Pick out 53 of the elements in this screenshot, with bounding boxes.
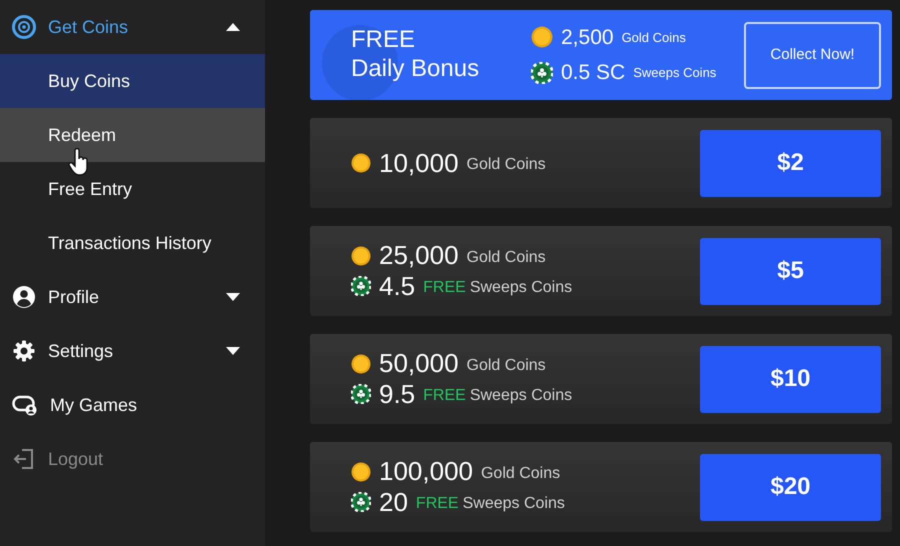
caret-icon <box>225 292 241 302</box>
settings-icon <box>12 339 36 363</box>
coins-label: Gold Coins <box>466 155 546 175</box>
nav-item[interactable]: Get Coins <box>0 0 265 54</box>
coin-icon <box>531 26 553 48</box>
free-tag: FREE <box>423 276 466 300</box>
caret-icon <box>225 346 241 356</box>
sweeps-label: Sweeps Coins <box>470 386 572 406</box>
nav-item[interactable]: My Games <box>0 378 265 432</box>
coins-label: Gold Coins <box>480 464 560 484</box>
coin-amount: 50,000 <box>379 349 459 378</box>
coins-label: Gold Coins <box>466 356 546 376</box>
coin-amount: 100,000 <box>379 457 473 486</box>
free-tag: FREE <box>416 492 459 516</box>
sweeps-chip-icon <box>531 62 553 84</box>
sweeps-chip-icon <box>351 384 371 404</box>
price-button[interactable]: $5 <box>700 238 881 304</box>
games-user-icon <box>12 393 38 417</box>
bonus-title: Daily Bonus <box>351 55 480 84</box>
user-icon <box>12 285 36 309</box>
sweeps-amount: 0.5 SC <box>561 60 626 86</box>
sweeps-amount: 9.5 <box>379 380 416 409</box>
sweeps-label: Sweeps Coins <box>470 278 572 298</box>
sweeps-chip-icon <box>351 492 371 512</box>
coin-icon <box>351 153 371 173</box>
sweeps-label: Sweeps Coins <box>633 64 716 82</box>
coins-label: Gold Coins <box>466 248 546 268</box>
coin-icon <box>351 246 371 266</box>
price-button[interactable]: $10 <box>700 346 881 412</box>
bonus-title: FREE <box>351 26 416 55</box>
coin-target-icon <box>12 15 36 39</box>
price-button[interactable]: $20 <box>700 454 881 520</box>
logout-icon <box>12 447 36 471</box>
price-button[interactable]: $2 <box>700 130 881 196</box>
sweeps-amount: 4.5 <box>379 272 416 301</box>
nav-item[interactable]: Settings <box>0 324 265 378</box>
collect-button[interactable]: Collect Now! <box>744 22 881 88</box>
coin-amount: 2,500 <box>561 24 614 50</box>
nav-item[interactable]: Profile <box>0 270 265 324</box>
submenu-item[interactable]: Free Entry <box>0 162 265 216</box>
free-tag: FREE <box>423 384 466 408</box>
submenu-item[interactable]: Buy Coins <box>0 54 265 108</box>
caret-icon <box>225 22 241 32</box>
coin-icon <box>351 462 371 482</box>
hand-cursor-icon <box>68 148 90 176</box>
coin-amount: 25,000 <box>379 241 459 270</box>
coin-icon <box>351 354 371 374</box>
submenu-item[interactable]: Transactions History <box>0 216 265 270</box>
coin-amount: 10,000 <box>379 148 459 178</box>
sweeps-amount: 20 <box>379 488 408 517</box>
coins-label: Gold Coins <box>622 28 686 46</box>
sweeps-label: Sweeps Coins <box>462 494 565 514</box>
sweeps-chip-icon <box>351 276 371 296</box>
